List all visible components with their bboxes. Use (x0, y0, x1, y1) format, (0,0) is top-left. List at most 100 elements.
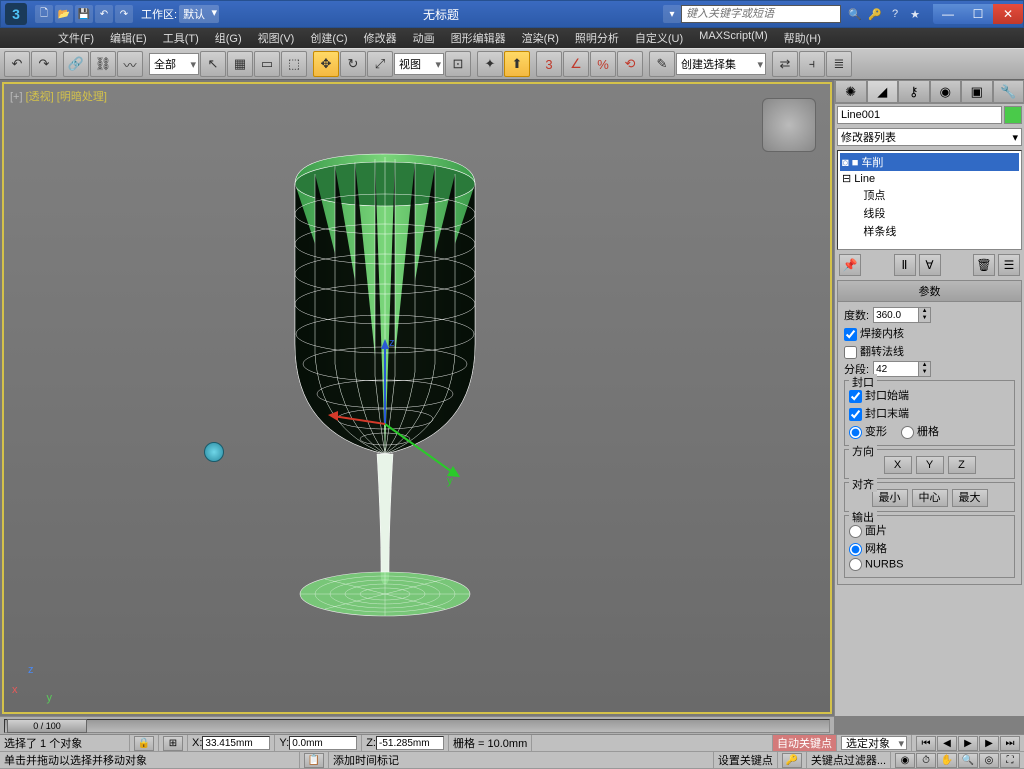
max-viewport-button[interactable]: ⛶ (1000, 753, 1020, 768)
menu-animation[interactable]: 动画 (405, 28, 443, 48)
edit-selection-button[interactable]: ✎ (649, 51, 675, 77)
open-icon[interactable]: 📂 (55, 5, 73, 23)
menu-tools[interactable]: 工具(T) (155, 28, 207, 48)
time-slider[interactable]: 0 / 100 (0, 716, 834, 734)
pin-stack-button[interactable]: 📌 (839, 254, 861, 276)
model-wineglass[interactable]: z y (185, 124, 585, 684)
new-icon[interactable]: 🗋 (35, 5, 53, 23)
minimize-button[interactable]: — (933, 4, 963, 24)
stack-item-lathe[interactable]: ◙ ■ 车削 (840, 153, 1019, 171)
ref-coord-dropdown[interactable]: 视图 (394, 53, 444, 75)
viewcube[interactable] (762, 98, 816, 152)
zoom-button[interactable]: 🔍 (958, 753, 978, 768)
modifier-list-dropdown[interactable]: 修改器列表 (837, 128, 1022, 146)
snap-button[interactable]: 3 (536, 51, 562, 77)
select-name-button[interactable]: ▦ (227, 51, 253, 77)
layers-button[interactable]: ≣ (826, 51, 852, 77)
select-rect-button[interactable]: ▭ (254, 51, 280, 77)
configure-sets-button[interactable]: ☰ (998, 254, 1020, 276)
spinner-snap-button[interactable]: ⟲ (617, 51, 643, 77)
key-filters-button[interactable]: 关键点过滤器... (807, 752, 891, 768)
prev-frame-button[interactable]: ◀ (937, 736, 957, 751)
perspective-viewport[interactable]: [+] [透视] [明暗处理] (2, 82, 832, 714)
coord-x-input[interactable] (202, 736, 270, 750)
output-nurbs-radio[interactable]: NURBS (849, 558, 904, 571)
tab-create[interactable]: ✺ (835, 80, 867, 103)
pivot-button[interactable]: ⊡ (445, 51, 471, 77)
stack-item-spline[interactable]: 样条线 (840, 222, 1019, 240)
app-icon[interactable]: 3 (5, 3, 27, 25)
make-unique-button[interactable]: ∀ (919, 254, 941, 276)
morph-radio[interactable]: 变形 (849, 423, 887, 439)
cap-end-checkbox[interactable]: 封口末端 (849, 405, 909, 421)
viewport-label[interactable]: [+] [透视] [明暗处理] (10, 88, 107, 104)
title-dropdown-icon[interactable]: ▾ (663, 5, 681, 23)
undo-button[interactable]: ↶ (4, 51, 30, 77)
play-button[interactable]: ▶ (958, 736, 978, 751)
align-max-button[interactable]: 最大 (952, 489, 988, 507)
menu-graph[interactable]: 图形编辑器 (443, 28, 514, 48)
search-input[interactable] (681, 5, 841, 23)
key-mode-icon[interactable]: 🔑 (782, 753, 802, 768)
weld-core-checkbox[interactable]: 焊接内核 (844, 325, 904, 341)
tab-modify[interactable]: ◢ (867, 80, 899, 103)
lock-selection-icon[interactable]: 🔒 (134, 736, 154, 751)
redo-icon[interactable]: ↷ (115, 5, 133, 23)
goto-end-button[interactable]: ⏭ (1000, 736, 1020, 751)
stack-item-segment[interactable]: 线段 (840, 204, 1019, 222)
show-end-result-button[interactable]: Ⅱ (894, 254, 916, 276)
mirror-button[interactable]: ⇄ (772, 51, 798, 77)
angle-snap-button[interactable]: ∠ (563, 51, 589, 77)
segments-spinner[interactable]: ▲▼ (873, 361, 931, 377)
object-name-input[interactable] (837, 106, 1002, 124)
autokey-button[interactable]: 自动关键点 (773, 735, 837, 751)
orbit-button[interactable]: ◎ (979, 753, 999, 768)
coord-y-input[interactable] (289, 736, 357, 750)
tab-hierarchy[interactable]: ⚷ (898, 80, 930, 103)
menu-help[interactable]: 帮助(H) (776, 28, 829, 48)
grid-radio[interactable]: 栅格 (901, 423, 939, 439)
tab-utilities[interactable]: 🔧 (993, 80, 1024, 103)
workspace-dropdown[interactable]: 默认 (179, 5, 219, 23)
unlink-button[interactable]: ⛓ (90, 51, 116, 77)
key-icon[interactable]: 🔑 (867, 6, 883, 22)
axis-y-button[interactable]: Y (916, 456, 944, 474)
percent-snap-button[interactable]: % (590, 51, 616, 77)
save-icon[interactable]: 💾 (75, 5, 93, 23)
flip-normals-checkbox[interactable]: 翻转法线 (844, 343, 904, 359)
redo-button[interactable]: ↷ (31, 51, 57, 77)
menu-lighting[interactable]: 照明分析 (567, 28, 627, 48)
axis-x-button[interactable]: X (884, 456, 912, 474)
undo-icon[interactable]: ↶ (95, 5, 113, 23)
bind-button[interactable]: 〰 (117, 51, 143, 77)
align-center-button[interactable]: 中心 (912, 489, 948, 507)
menu-maxscript[interactable]: MAXScript(M) (691, 28, 775, 48)
isolate-button[interactable]: ◉ (895, 753, 915, 768)
maximize-button[interactable]: ☐ (963, 4, 993, 24)
key-filter-dropdown[interactable]: 选定对象 (841, 736, 907, 750)
axis-z-button[interactable]: Z (948, 456, 976, 474)
window-crossing-button[interactable]: ⬚ (281, 51, 307, 77)
binoculars-icon[interactable]: 🔍 (847, 6, 863, 22)
move-button[interactable]: ✥ (313, 51, 339, 77)
select-button[interactable]: ↖ (200, 51, 226, 77)
rotate-button[interactable]: ↻ (340, 51, 366, 77)
help-icon[interactable]: ? (887, 6, 903, 22)
absolute-mode-icon[interactable]: ⊞ (163, 736, 183, 751)
script-listener-icon[interactable]: 📋 (304, 753, 324, 768)
time-slider-handle[interactable]: 0 / 100 (7, 719, 87, 733)
modifier-stack[interactable]: ◙ ■ 车削 ⊟ Line 顶点 线段 样条线 (837, 150, 1022, 250)
menu-edit[interactable]: 编辑(E) (102, 28, 155, 48)
setkey-button[interactable]: 设置关键点 (714, 752, 778, 768)
object-color-swatch[interactable] (1004, 106, 1022, 124)
degrees-spinner[interactable]: ▲▼ (873, 307, 931, 323)
tab-motion[interactable]: ◉ (930, 80, 962, 103)
scale-button[interactable]: ⤢ (367, 51, 393, 77)
time-config-button[interactable]: ⏱ (916, 753, 936, 768)
stack-item-vertex[interactable]: 顶点 (840, 186, 1019, 204)
menu-create[interactable]: 创建(C) (302, 28, 355, 48)
goto-start-button[interactable]: ⏮ (916, 736, 936, 751)
close-button[interactable]: ✕ (993, 4, 1023, 24)
menu-customize[interactable]: 自定义(U) (627, 28, 691, 48)
next-frame-button[interactable]: ▶ (979, 736, 999, 751)
